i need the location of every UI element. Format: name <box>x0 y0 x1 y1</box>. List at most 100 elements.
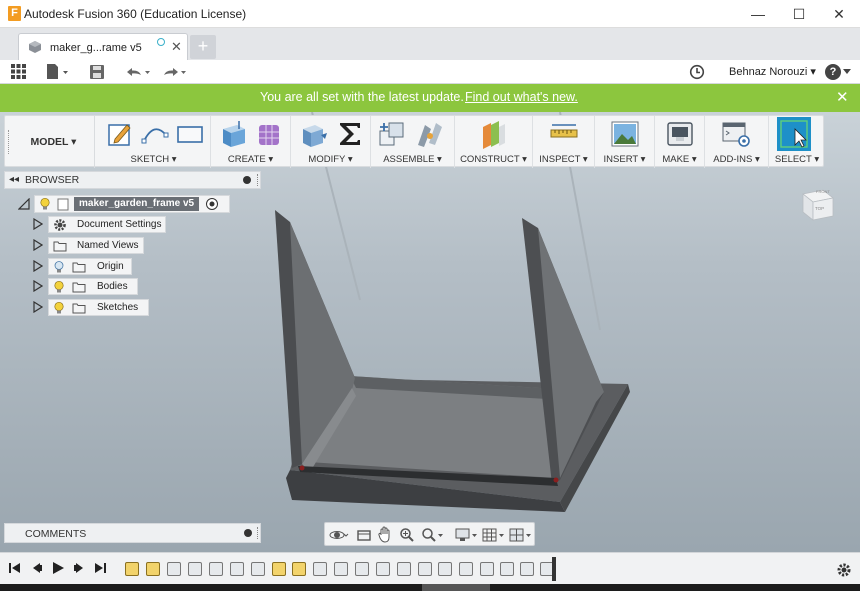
root-collapse-arrow[interactable] <box>17 197 30 213</box>
job-status-clock-icon[interactable] <box>689 64 705 80</box>
fit-zoom-icon[interactable] <box>421 527 445 543</box>
grid-settings-icon[interactable] <box>482 527 506 543</box>
comments-resize-grip[interactable] <box>257 527 260 539</box>
workspace-switcher[interactable]: MODEL ▾ <box>13 116 95 168</box>
timeline-go-to-end-icon[interactable] <box>93 561 107 575</box>
visibility-bulb-icon[interactable] <box>38 197 52 211</box>
timeline-feature-fillet[interactable] <box>230 562 244 576</box>
add-ins-group[interactable]: ADD-INS ▾ <box>705 116 769 168</box>
measure-icon[interactable] <box>549 119 579 149</box>
make-group[interactable]: MAKE ▾ <box>655 116 705 168</box>
timeline-feature-fillet[interactable] <box>480 562 494 576</box>
orbit-icon[interactable] <box>329 527 349 543</box>
visibility-bulb-icon[interactable] <box>52 301 66 315</box>
sketch-group[interactable]: SKETCH ▾ <box>97 116 211 168</box>
timeline-feature-extrude[interactable] <box>334 562 348 576</box>
extrude-icon[interactable] <box>219 119 249 149</box>
viewcube-icon[interactable]: TOP FRONT <box>797 184 837 224</box>
timeline-feature-fillet[interactable] <box>459 562 473 576</box>
close-window-button[interactable]: ✕ <box>818 0 860 28</box>
create-sketch-icon[interactable] <box>105 119 135 149</box>
maximize-button[interactable]: ☐ <box>778 0 820 28</box>
tree-item-bodies[interactable]: Bodies <box>48 278 138 295</box>
timeline-feature-sketch[interactable] <box>146 562 160 576</box>
help-dropdown-chevron-icon[interactable] <box>843 69 851 75</box>
collapse-browser-icon[interactable]: ◂◂ <box>9 174 19 185</box>
look-at-icon[interactable] <box>356 527 372 543</box>
assemble-menu[interactable]: ASSEMBLE ▾ <box>371 154 454 165</box>
timeline-feature-extrude[interactable] <box>167 562 181 576</box>
whats-new-link[interactable]: Find out what's new. <box>465 90 578 104</box>
timeline-feature-extrude[interactable] <box>209 562 223 576</box>
tree-item-sketches[interactable]: Sketches <box>48 299 149 316</box>
insert-group[interactable]: INSERT ▾ <box>595 116 655 168</box>
document-tab[interactable]: maker_g...rame v5 ✕ <box>18 33 188 61</box>
press-pull-icon[interactable] <box>299 119 329 149</box>
construct-menu[interactable]: CONSTRUCT ▾ <box>455 154 532 165</box>
hidden-bulb-icon[interactable] <box>52 260 66 274</box>
activate-component-radio-icon[interactable] <box>205 197 219 211</box>
timeline-feature-extrude[interactable] <box>313 562 327 576</box>
rectangle-tool-icon[interactable] <box>175 119 205 149</box>
expand-bodies-icon[interactable] <box>33 279 44 295</box>
inspect-menu[interactable]: INSPECT ▾ <box>533 154 594 165</box>
timeline-feature-fillet[interactable] <box>500 562 514 576</box>
timeline-step-forward-icon[interactable] <box>72 561 86 575</box>
user-account-menu[interactable]: Behnaz Norouzi ▾ <box>729 65 816 78</box>
add-comment-icon[interactable] <box>244 529 252 537</box>
timeline-feature-fillet[interactable] <box>438 562 452 576</box>
add-ins-menu[interactable]: ADD-INS ▾ <box>705 154 768 165</box>
select-menu[interactable]: SELECT ▾ <box>769 154 825 165</box>
help-icon[interactable]: ? <box>825 64 841 80</box>
minimize-button[interactable]: — <box>737 0 779 28</box>
expand-document-settings-icon[interactable] <box>33 217 44 233</box>
form-tool-icon[interactable] <box>255 119 285 149</box>
parameters-sigma-icon[interactable] <box>335 119 365 149</box>
scripts-addins-icon[interactable] <box>721 119 751 149</box>
modify-group[interactable]: MODIFY ▾ <box>291 116 371 168</box>
construct-group[interactable]: CONSTRUCT ▾ <box>455 116 533 168</box>
modify-menu[interactable]: MODIFY ▾ <box>291 154 370 165</box>
insert-image-icon[interactable] <box>610 119 640 149</box>
offset-plane-icon[interactable] <box>479 119 509 149</box>
browser-panel-header[interactable]: ◂◂ BROWSER <box>4 171 261 189</box>
insert-menu[interactable]: INSERT ▾ <box>595 154 654 165</box>
timeline-feature-fillet[interactable] <box>520 562 534 576</box>
close-tab-button[interactable]: ✕ <box>171 39 182 55</box>
timeline-feature-fillet[interactable] <box>397 562 411 576</box>
assemble-group[interactable]: ASSEMBLE ▾ <box>371 116 455 168</box>
browser-root-node[interactable]: maker_garden_frame v5 <box>34 195 230 213</box>
make-menu[interactable]: MAKE ▾ <box>655 154 704 165</box>
tree-item-document-settings[interactable]: Document Settings <box>48 216 166 233</box>
joint-icon[interactable] <box>415 119 445 149</box>
expand-origin-icon[interactable] <box>33 259 44 275</box>
timeline-play-icon[interactable] <box>51 561 65 575</box>
timeline-step-back-icon[interactable] <box>30 561 44 575</box>
tree-item-named-views[interactable]: Named Views <box>48 237 144 254</box>
timeline-feature-extrude[interactable] <box>188 562 202 576</box>
viewports-icon[interactable] <box>509 527 533 543</box>
timeline-settings-gear-icon[interactable] <box>836 562 852 578</box>
display-settings-icon[interactable] <box>455 527 479 543</box>
create-menu[interactable]: CREATE ▾ <box>211 154 290 165</box>
expand-named-views-icon[interactable] <box>33 238 44 254</box>
toolbar-grip[interactable] <box>8 130 10 154</box>
timeline-feature-sketch[interactable] <box>125 562 139 576</box>
timeline-feature-fillet[interactable] <box>355 562 369 576</box>
timeline-go-to-start-icon[interactable] <box>8 561 22 575</box>
apps-grid-icon[interactable] <box>10 63 27 80</box>
inspect-group[interactable]: INSPECT ▾ <box>533 116 595 168</box>
select-group[interactable]: SELECT ▾ <box>769 116 825 168</box>
redo-icon[interactable] <box>160 64 190 80</box>
pan-hand-icon[interactable] <box>377 526 393 543</box>
close-banner-button[interactable]: ✕ <box>836 88 849 106</box>
expand-sketches-icon[interactable] <box>33 300 44 316</box>
select-tool-icon[interactable] <box>777 117 811 151</box>
timeline-feature-sketch[interactable] <box>272 562 286 576</box>
line-tool-icon[interactable] <box>140 119 170 149</box>
save-icon[interactable] <box>89 64 105 80</box>
browser-options-icon[interactable] <box>243 176 251 184</box>
timeline-feature-fillet[interactable] <box>376 562 390 576</box>
visibility-bulb-icon[interactable] <box>52 280 66 294</box>
zoom-icon[interactable] <box>399 527 415 543</box>
